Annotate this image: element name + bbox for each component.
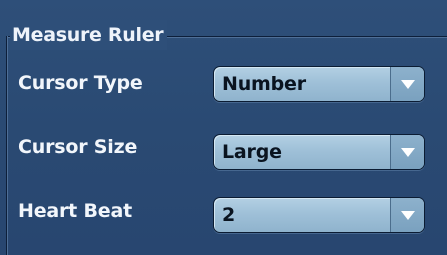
heart-beat-dropdown-button[interactable] (390, 198, 424, 232)
cursor-size-dropdown-button[interactable] (390, 135, 424, 169)
heart-beat-select[interactable]: 2 (213, 197, 425, 233)
heart-beat-label: Heart Beat (18, 200, 132, 222)
cursor-type-dropdown-button[interactable] (390, 67, 424, 101)
measure-ruler-panel: Measure Ruler Cursor Type Number Cursor … (0, 0, 447, 255)
group-title: Measure Ruler (10, 20, 168, 50)
chevron-down-icon (401, 148, 415, 157)
heart-beat-value: 2 (222, 204, 236, 226)
cursor-type-select[interactable]: Number (213, 66, 425, 102)
cursor-size-value: Large (222, 141, 282, 163)
chevron-down-icon (401, 80, 415, 89)
cursor-size-label: Cursor Size (18, 136, 138, 158)
group-border-left (6, 36, 7, 255)
cursor-type-label: Cursor Type (18, 72, 143, 94)
cursor-type-value: Number (222, 73, 306, 95)
cursor-size-select[interactable]: Large (213, 134, 425, 170)
chevron-down-icon (401, 211, 415, 220)
